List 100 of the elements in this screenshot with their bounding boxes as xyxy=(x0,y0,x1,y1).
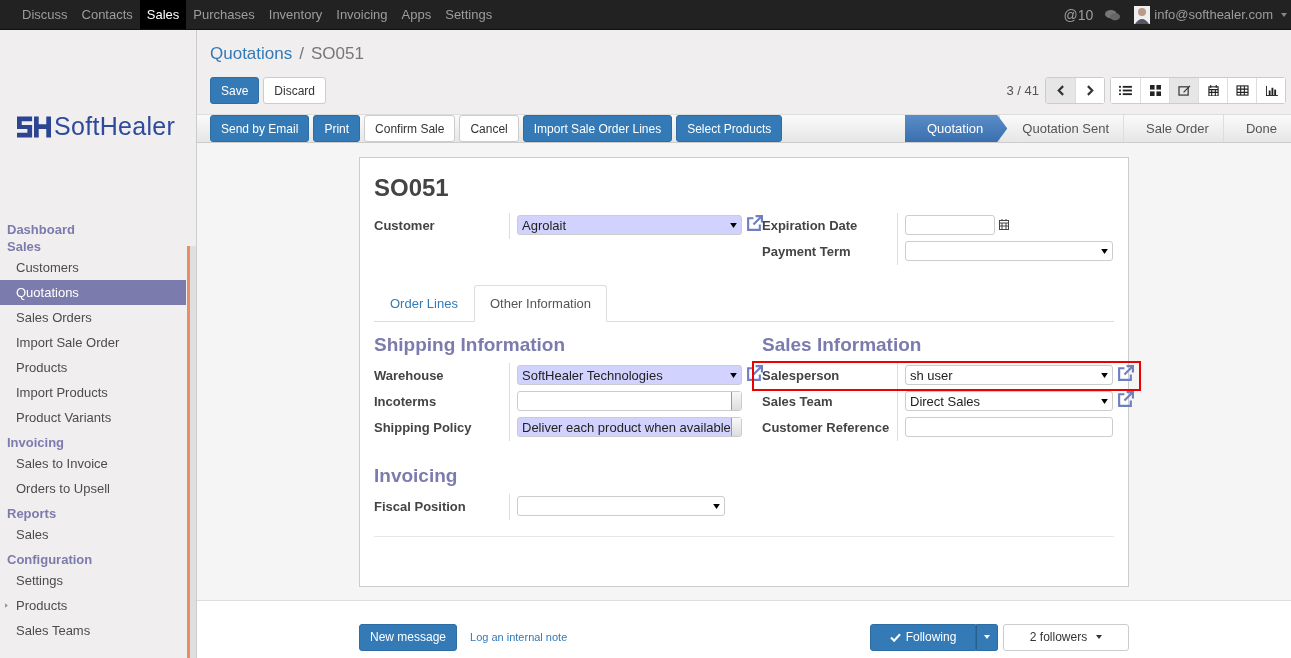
field-label: Incoterms xyxy=(374,393,438,411)
caret-icon xyxy=(1096,635,1103,639)
field-label: Expiration Date xyxy=(762,217,859,235)
scrollbar[interactable] xyxy=(187,246,196,658)
caret-icon xyxy=(1101,372,1108,378)
top-menu-item[interactable]: Discuss xyxy=(15,0,75,29)
sidebar-heading[interactable]: Configuration xyxy=(0,551,186,568)
pager-value: 3 / 41 xyxy=(1006,83,1039,98)
sidebar-item[interactable]: Sales Teams xyxy=(0,618,186,643)
calendar-icon[interactable] xyxy=(999,219,1009,230)
logo-mark-icon xyxy=(17,115,51,138)
dropdown-field[interactable] xyxy=(517,496,725,516)
previous-button[interactable] xyxy=(1046,78,1075,103)
field-label: Sales Team xyxy=(762,393,834,411)
logo-text: SoftHealer xyxy=(54,112,176,141)
top-menu-item[interactable]: Purchases xyxy=(186,0,262,29)
top-menu-item[interactable]: Settings xyxy=(438,0,500,29)
section-heading: Invoicing xyxy=(374,465,459,487)
followers-button[interactable]: 2 followers xyxy=(1003,623,1129,651)
external-link-icon[interactable] xyxy=(1117,391,1134,408)
sidebar-item[interactable]: Import Products xyxy=(0,380,186,405)
action-button[interactable]: Confirm Sale xyxy=(364,115,456,142)
sidebar-item[interactable]: Customers xyxy=(0,255,186,280)
top-menu-item[interactable]: Apps xyxy=(394,0,439,29)
status-stage[interactable]: Quotation Sent xyxy=(999,115,1124,142)
mentions-counter[interactable]: @10 xyxy=(1063,6,1094,23)
top-menu-item[interactable]: Invoicing xyxy=(329,0,395,29)
selection-field[interactable] xyxy=(517,391,742,411)
dropdown-field[interactable]: SoftHealer Technologies xyxy=(517,365,742,385)
record-title: SO051 xyxy=(374,173,450,203)
top-menu-item[interactable]: Inventory xyxy=(261,0,330,29)
user-avatar-icon[interactable] xyxy=(1134,5,1151,24)
current-record-name: SO051 xyxy=(310,43,364,64)
action-button[interactable]: Import Sale Order Lines xyxy=(522,115,673,142)
sidebar-item[interactable]: Import Sale Order xyxy=(0,330,186,355)
log-note-link[interactable]: Log an internal note xyxy=(470,631,568,643)
sidebar-item[interactable]: Settings xyxy=(0,568,186,593)
date-field[interactable] xyxy=(905,215,995,235)
sidebar-item[interactable]: Products xyxy=(0,593,186,618)
external-link-icon[interactable] xyxy=(746,215,763,232)
text-field[interactable] xyxy=(905,417,1113,437)
caret-icon xyxy=(1101,248,1108,254)
form-button[interactable]: Save xyxy=(210,77,260,104)
status-stage[interactable]: Sale Order xyxy=(1123,115,1223,142)
pivot-view-button[interactable] xyxy=(1227,78,1256,103)
section-heading: Sales Information xyxy=(762,334,923,356)
calendar-view-button[interactable] xyxy=(1198,78,1227,103)
graph-view-icon xyxy=(1264,85,1278,96)
status-stage[interactable]: Quotation xyxy=(904,115,1008,142)
sidebar-item[interactable]: Product Variants xyxy=(0,405,186,430)
sidebar-item[interactable]: Quotations xyxy=(0,280,186,305)
user-menu[interactable]: info@softhealer.com xyxy=(1154,7,1273,22)
dropdown-field[interactable]: sh user xyxy=(905,365,1113,385)
sidebar-heading[interactable]: Reports xyxy=(0,505,186,522)
list-view-icon xyxy=(1119,85,1132,96)
caret-icon xyxy=(984,635,990,639)
graph-view-button[interactable] xyxy=(1256,78,1285,103)
action-button[interactable]: Send by Email xyxy=(210,115,310,142)
breadcrumb-link[interactable]: Quotations xyxy=(210,43,293,64)
sidebar-heading[interactable]: Dashboard xyxy=(0,221,186,238)
sidebar-item[interactable]: Products xyxy=(0,355,186,380)
top-menu-item[interactable]: Contacts xyxy=(74,0,140,29)
new-message-button[interactable]: New message xyxy=(359,623,458,651)
sidebar-item[interactable]: Sales xyxy=(0,522,186,547)
sidebar-item[interactable]: Sales Orders xyxy=(0,305,186,330)
external-link-icon[interactable] xyxy=(746,365,763,382)
form-button[interactable]: Discard xyxy=(263,77,327,104)
chevron-left-icon xyxy=(1057,85,1064,96)
action-button[interactable]: Print xyxy=(313,115,361,142)
form-tab[interactable]: Order Lines xyxy=(374,285,474,322)
expand-arrow-icon[interactable] xyxy=(5,603,8,608)
chat-bubbles-icon[interactable] xyxy=(1105,8,1121,21)
field-label: Fiscal Position xyxy=(374,498,467,516)
following-button[interactable]: Following xyxy=(870,623,976,651)
sidebar-item[interactable]: Sales to Invoice xyxy=(0,451,186,476)
sidebar-heading[interactable]: Invoicing xyxy=(0,434,186,451)
dropdown-field[interactable]: Agrolait xyxy=(517,215,742,235)
form-tab[interactable]: Other Information xyxy=(473,285,608,322)
dropdown-field[interactable] xyxy=(905,241,1113,261)
field-label: Payment Term xyxy=(762,243,852,261)
chevron-right-icon xyxy=(1086,85,1094,96)
next-button[interactable] xyxy=(1075,78,1104,103)
form-view-button[interactable] xyxy=(1169,78,1198,103)
kanban-view-button[interactable] xyxy=(1140,78,1169,103)
top-menu-item[interactable]: Sales xyxy=(139,0,187,29)
sidebar-item[interactable]: Orders to Upsell xyxy=(0,476,186,501)
action-button[interactable]: Select Products xyxy=(676,115,783,142)
selection-field[interactable]: Deliver each product when available xyxy=(517,417,742,437)
status-stage[interactable]: Done xyxy=(1222,115,1291,142)
caret-icon xyxy=(730,372,737,378)
field-label: Shipping Policy xyxy=(374,419,473,437)
caret-icon xyxy=(730,222,737,228)
dropdown-field[interactable]: Direct Sales xyxy=(905,391,1113,411)
caret-icon xyxy=(1101,398,1108,404)
list-view-button[interactable] xyxy=(1111,78,1140,103)
external-link-icon[interactable] xyxy=(1117,365,1134,382)
action-button[interactable]: Cancel xyxy=(459,115,519,142)
sidebar-heading[interactable]: Sales xyxy=(0,238,186,255)
following-dropdown-button[interactable] xyxy=(976,623,998,651)
field-label: Salesperson xyxy=(762,367,841,385)
